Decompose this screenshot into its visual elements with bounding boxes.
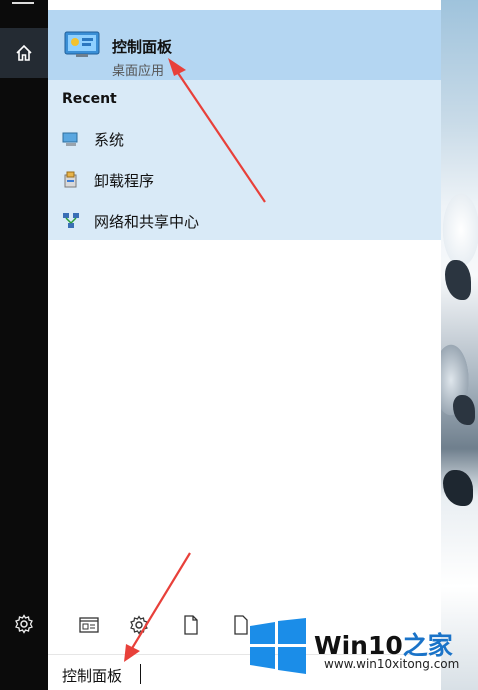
best-match-result[interactable]: 控制面板 桌面应用 — [48, 10, 441, 80]
control-panel-icon — [64, 31, 100, 57]
wallpaper-rock — [453, 395, 475, 425]
text-cursor — [140, 664, 141, 684]
settings-filter-icon — [130, 615, 148, 635]
recent-item-network[interactable]: 网络和共享中心 — [48, 200, 441, 240]
watermark-brand-cn: 之家 — [402, 631, 453, 660]
system-icon — [62, 132, 78, 146]
search-query-text: 控制面板 — [62, 667, 123, 685]
recent-item-system[interactable]: 系统 — [48, 118, 441, 158]
recent-item-label: 系统 — [94, 131, 125, 149]
wallpaper-rock — [445, 260, 471, 300]
apps-filter-button[interactable] — [76, 612, 102, 638]
apps-filter-icon — [79, 617, 99, 633]
best-match-title: 控制面板 — [112, 38, 173, 56]
watermark-brand-text: Win10 — [314, 631, 403, 660]
settings-filter-button[interactable] — [126, 612, 152, 638]
start-menu-rail — [0, 0, 48, 690]
recent-heading: Recent — [62, 91, 117, 107]
home-button[interactable] — [0, 28, 48, 78]
home-icon — [16, 44, 32, 61]
hamburger-menu-icon[interactable] — [12, 0, 34, 4]
desktop-wallpaper — [441, 0, 478, 690]
wallpaper-rock — [443, 470, 473, 506]
best-match-subtitle: 桌面应用 — [112, 64, 165, 79]
settings-button[interactable] — [0, 600, 48, 648]
recent-item-uninstall[interactable]: 卸载程序 — [48, 159, 441, 199]
recent-item-label: 卸载程序 — [94, 172, 155, 190]
network-sharing-center-icon — [63, 213, 79, 228]
documents-filter-icon — [184, 615, 198, 635]
recent-section: Recent 系统 卸载程序 网络和共享中心 — [48, 80, 441, 240]
site-watermark: Win10之家 www.win10xitong.com — [244, 610, 478, 690]
recent-item-label: 网络和共享中心 — [94, 213, 200, 231]
documents-filter-button[interactable] — [178, 612, 204, 638]
gear-icon — [15, 614, 33, 634]
uninstall-programs-icon — [64, 171, 77, 188]
watermark-url: www.win10xitong.com — [324, 657, 460, 671]
windows-logo-icon — [250, 618, 306, 674]
search-results-panel: 控制面板 桌面应用 Recent 系统 卸载程序 网络和共享中心 控制面板 — [48, 0, 441, 690]
